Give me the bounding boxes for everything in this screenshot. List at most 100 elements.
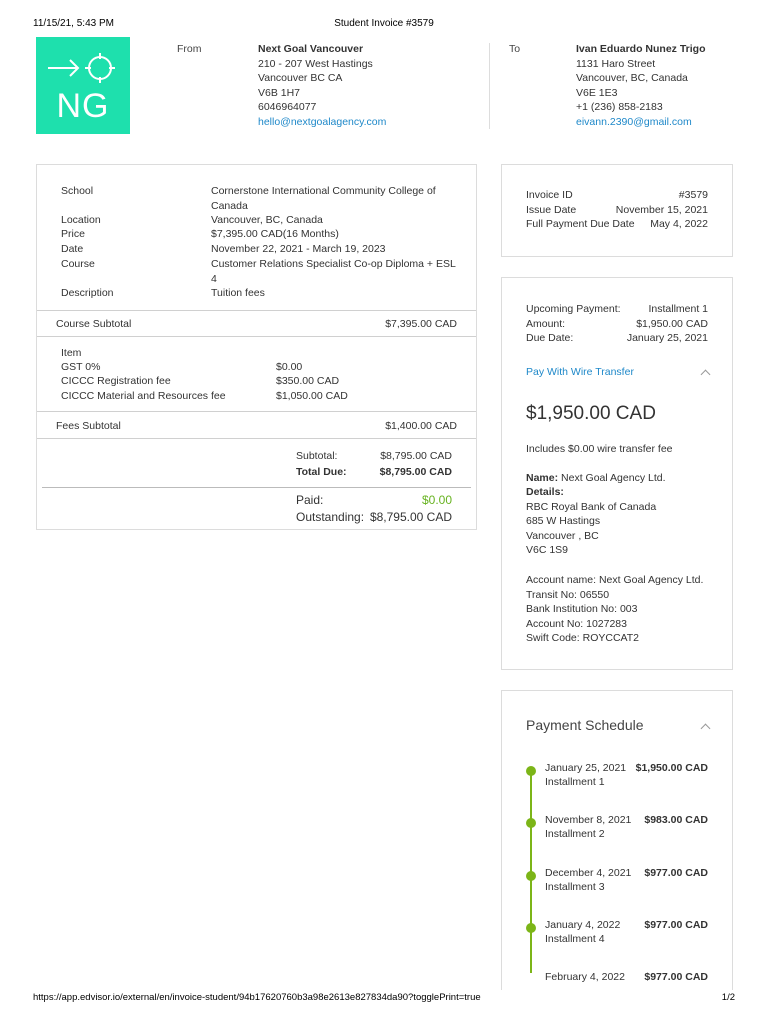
swift-code: Swift Code: ROYCCAT2	[526, 632, 640, 644]
timeline-dot	[526, 871, 536, 881]
payment-schedule-title: Payment Schedule	[526, 717, 644, 733]
price-value: $7,395.00 CAD(16 Months)	[211, 228, 339, 240]
schedule-amount: $983.00 CAD	[644, 814, 708, 826]
school-label: School	[61, 185, 94, 197]
fee-item-name: CICCC Material and Resources fee	[61, 390, 226, 402]
timeline-dot	[526, 766, 536, 776]
full-payment-due-label: Full Payment Due Date	[526, 218, 635, 230]
fee-item-name: GST 0%	[61, 361, 101, 373]
course-subtotal-label-text: Course Subtotal	[56, 318, 132, 330]
due-date-label: Due Date:	[526, 332, 574, 344]
due-date-value: January 25, 2021	[626, 332, 708, 344]
fees-subtotal-label: Fees Subtotal	[56, 420, 121, 432]
from-name: Next Goal Vancouver	[258, 43, 364, 55]
logo-text: NG	[56, 87, 110, 125]
upcoming-payment-value: Installment 1	[648, 303, 708, 315]
timeline-dot	[526, 818, 536, 828]
fee-item-amount: $350.00 CAD	[276, 375, 340, 387]
address-divider	[489, 43, 490, 129]
amount-value: $1,950.00 CAD	[636, 318, 708, 330]
location-value: Vancouver, BC, Canada	[211, 214, 323, 226]
to-line3: V6E 1E3	[576, 86, 618, 99]
print-page-number: 1/2	[721, 992, 735, 1003]
upcoming-payment-label: Upcoming Payment:	[526, 303, 621, 315]
full-payment-due-value: May 4, 2022	[650, 218, 708, 230]
from-phone: 6046964077	[258, 101, 317, 113]
divider	[37, 310, 476, 311]
to-email-link[interactable]: eivann.2390@gmail.com	[576, 115, 706, 130]
account-name: Account name: Next Goal Agency Ltd.	[526, 574, 704, 586]
schedule-label: Installment 4	[545, 933, 605, 945]
divider	[37, 438, 476, 439]
account-number: Account No: 1027283	[526, 617, 627, 630]
to-name: Ivan Eduardo Nunez Trigo	[576, 43, 706, 55]
chevron-up-icon[interactable]	[700, 369, 711, 380]
course-value-line2: 4	[211, 272, 217, 285]
issue-date-label: Issue Date	[526, 204, 577, 216]
bank-postal: V6C 1S9	[526, 544, 569, 556]
transit-number: Transit No: 06550	[526, 588, 610, 601]
schedule-date: November 8, 2021	[545, 814, 632, 826]
issue-date-value: November 15, 2021	[615, 204, 708, 216]
schedule-date: January 4, 2022	[545, 919, 621, 931]
to-address: Ivan Eduardo Nunez Trigo 1131 Haro Stree…	[576, 42, 706, 129]
description-label: Description	[61, 287, 114, 299]
recipient-name-label: Name:	[526, 472, 559, 484]
date-label: Date	[61, 243, 84, 255]
outstanding-label: Outstanding:	[296, 510, 365, 524]
school-value: Cornerstone International Community Coll…	[211, 184, 436, 213]
fee-item-amount: $0.00	[276, 361, 303, 373]
course-subtotal-label: Course Subtotal	[56, 317, 131, 332]
school-value-line2: Canada	[211, 199, 248, 212]
amount-label: Amount:	[526, 318, 566, 330]
price-label: Price	[61, 228, 85, 240]
description-value: Tuition fees	[211, 287, 265, 299]
schedule-date: February 4, 2022	[545, 971, 625, 983]
pay-wire-transfer-link[interactable]: Pay With Wire Transfer	[526, 365, 634, 380]
from-line2: Vancouver BC CA	[258, 72, 343, 84]
from-email-link[interactable]: hello@nextgoalagency.com	[258, 115, 386, 130]
schedule-amount: $977.00 CAD	[644, 867, 708, 879]
payment-amount: $1,950.00 CAD	[526, 403, 656, 424]
course-label: Course	[61, 258, 95, 270]
to-label: To	[509, 43, 521, 55]
fees-header: Item	[61, 347, 82, 359]
schedule-date: December 4, 2021	[545, 867, 632, 879]
to-phone: +1 (236) 858-2183	[576, 101, 663, 113]
fee-item-name: CICCC Registration fee	[61, 375, 171, 387]
divider	[37, 336, 476, 337]
schedule-label: Installment 3	[545, 881, 605, 893]
course-subtotal-value: $7,395.00 CAD	[385, 318, 457, 330]
invoice-id-value: #3579	[678, 189, 708, 201]
divider	[42, 487, 471, 488]
paid-label: Paid:	[296, 493, 324, 507]
schedule-date: January 25, 2021	[545, 762, 627, 774]
account-details: Account name: Next Goal Agency Ltd. Tran…	[526, 573, 703, 646]
to-line2: Vancouver, BC, Canada	[576, 72, 688, 84]
total-due-label: Total Due:	[296, 466, 347, 478]
payment-schedule-card: Payment Schedule January 25, 2021 Instal…	[501, 690, 733, 990]
company-logo: NG	[36, 37, 130, 134]
schedule-label: Installment 2	[545, 828, 605, 840]
bank-details: Details: RBC Royal Bank of Canada 685 W …	[526, 485, 656, 558]
timeline-dot	[526, 923, 536, 933]
date-value: November 22, 2021 - March 19, 2023	[211, 243, 386, 255]
from-line1: 210 - 207 West Hastings	[258, 57, 373, 70]
bank-details-label: Details:	[526, 486, 564, 498]
schedule-amount: $977.00 CAD	[644, 919, 708, 931]
chevron-up-icon[interactable]	[700, 723, 711, 734]
invoice-info-card: Invoice ID #3579 Issue Date November 15,…	[501, 164, 733, 257]
fee-item-amount: $1,050.00 CAD	[276, 390, 348, 402]
to-line1: 1131 Haro Street	[576, 57, 656, 70]
from-label: From	[177, 43, 202, 55]
recipient-name-value: Next Goal Agency Ltd.	[561, 472, 666, 484]
outstanding-value: $8,795.00 CAD	[369, 510, 452, 524]
school-value-line1: Cornerstone International Community Coll…	[211, 185, 436, 197]
upcoming-payment-card: Upcoming Payment: Installment 1 Amount: …	[501, 277, 733, 670]
print-url: https://app.edvisor.io/external/en/invoi…	[33, 992, 481, 1003]
total-due-value: $8,795.00 CAD	[379, 466, 452, 478]
location-label: Location	[61, 214, 101, 226]
institution-number: Bank Institution No: 003	[526, 603, 638, 615]
wire-fee-note: Includes $0.00 wire transfer fee	[526, 443, 673, 455]
schedule-amount: $1,950.00 CAD	[635, 762, 708, 774]
